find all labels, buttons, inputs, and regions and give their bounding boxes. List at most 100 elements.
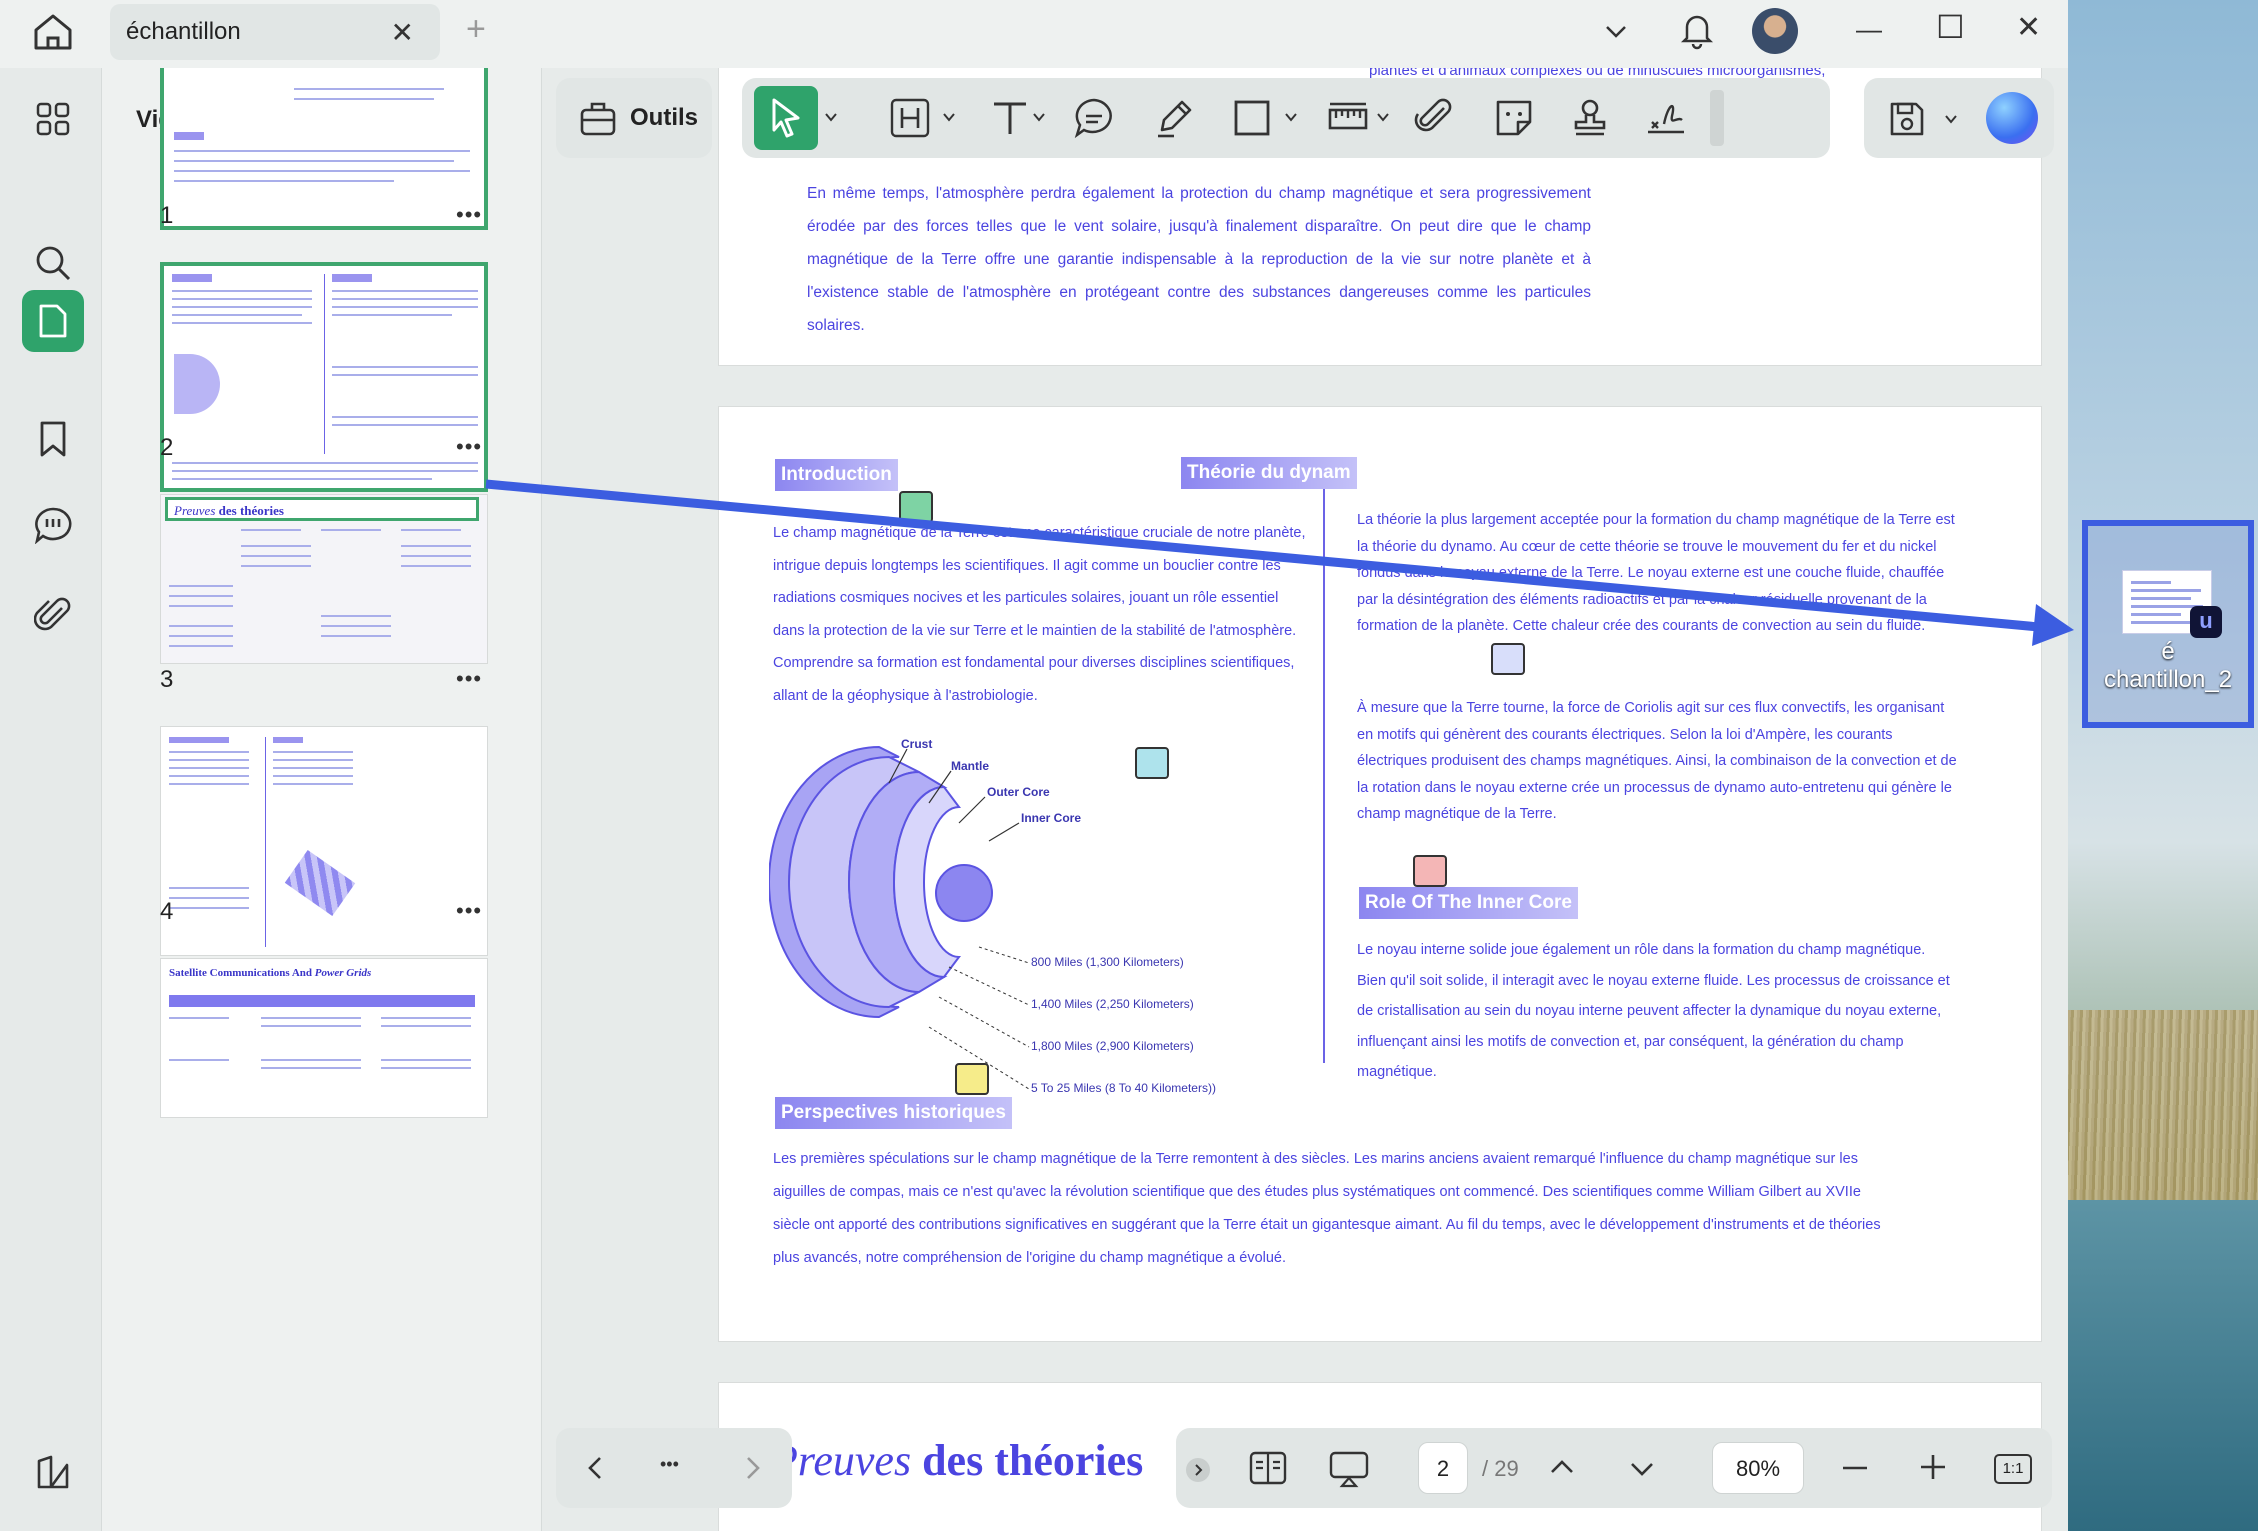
inner-core-text: Le noyau interne solide joue également u… bbox=[1357, 942, 1950, 1080]
sticker-icon[interactable] bbox=[1492, 96, 1536, 140]
ai-assistant-icon[interactable] bbox=[1986, 92, 2038, 144]
chevron-down-icon[interactable] bbox=[1628, 1458, 1656, 1482]
apps-grid-icon[interactable] bbox=[22, 88, 84, 150]
total-pages: / 29 bbox=[1482, 1456, 1519, 1481]
signature-icon[interactable] bbox=[1644, 96, 1688, 140]
zoom-in-icon[interactable] bbox=[1918, 1452, 1948, 1482]
attachment-icon[interactable] bbox=[1412, 96, 1456, 140]
distance-label: 800 Miles (1,300 Kilometers) bbox=[1031, 955, 1184, 969]
chevron-down-icon[interactable] bbox=[824, 110, 838, 124]
chevron-down-icon[interactable] bbox=[1604, 20, 1628, 42]
desktop-file-name: é chantillon_2 bbox=[2103, 638, 2233, 693]
chevron-down-icon[interactable] bbox=[942, 110, 956, 124]
comment-note-icon[interactable] bbox=[1491, 643, 1525, 675]
thumbnail-more-button[interactable]: ••• bbox=[456, 434, 482, 460]
actual-size-button[interactable]: 1:1 bbox=[1994, 1454, 2032, 1484]
tab-close-icon[interactable]: ✕ bbox=[391, 16, 414, 49]
toolbox-icon bbox=[580, 102, 616, 136]
history-heading: Perspectives historiques bbox=[775, 1097, 1012, 1129]
left-rail bbox=[0, 68, 102, 1531]
pdf-app-window: échantillon ✕ + — ☐ ✕ 1 ••• 2 ••• Preuve… bbox=[0, 0, 2068, 1531]
stamp-icon[interactable] bbox=[1568, 96, 1612, 140]
dynamo-text-1: La théorie la plus largement acceptée po… bbox=[1357, 512, 1955, 634]
presentation-icon[interactable] bbox=[1328, 1450, 1370, 1488]
annotation-toolbar bbox=[742, 78, 1830, 158]
pdf-page-2: Introduction Le champ magnétique de la T… bbox=[718, 406, 2042, 1342]
current-page-input[interactable]: 2 bbox=[1418, 1442, 1468, 1494]
thumbnail-page-5-heading: Satellite Communications And Power Grids bbox=[169, 967, 372, 979]
thumbnail-more-button[interactable]: ••• bbox=[456, 666, 482, 692]
inner-core-heading: Role Of The Inner Core bbox=[1359, 887, 1578, 919]
text-tool-icon[interactable] bbox=[988, 96, 1032, 140]
dynamo-heading: Théorie du dynam bbox=[1181, 457, 1357, 489]
rectangle-shape-icon[interactable] bbox=[1230, 96, 1274, 140]
chevron-down-icon[interactable] bbox=[1284, 110, 1298, 124]
dynamo-text-2: À mesure que la Terre tourne, la force d… bbox=[1357, 700, 1957, 822]
history-text: Les premières spéculations sur le champ … bbox=[773, 1151, 1881, 1266]
document-tab[interactable]: échantillon ✕ bbox=[110, 4, 440, 60]
cursor-arrow-icon bbox=[772, 98, 800, 138]
bell-icon[interactable] bbox=[1680, 10, 1714, 50]
wallpaper-water bbox=[2068, 1200, 2258, 1531]
thumbnail-page-1[interactable] bbox=[160, 68, 488, 230]
thumbnails-panel: ••• Vignettes 1 ••• 2 •• bbox=[102, 68, 542, 1531]
save-disk-icon[interactable] bbox=[1886, 98, 1926, 138]
chevron-right-icon[interactable] bbox=[740, 1454, 764, 1482]
chevron-down-icon[interactable] bbox=[1944, 112, 1958, 126]
minimize-button[interactable]: — bbox=[1856, 14, 1882, 45]
distance-label: 5 To 25 Miles (8 To 40 Kilometers)) bbox=[1031, 1081, 1216, 1095]
page-nav-bar: ••• bbox=[556, 1428, 792, 1508]
home-icon[interactable] bbox=[28, 10, 78, 54]
close-window-button[interactable]: ✕ bbox=[2016, 10, 2041, 45]
maximize-button[interactable]: ☐ bbox=[1936, 8, 1965, 46]
thumbnail-page-number: 4 bbox=[160, 898, 174, 925]
thumbnail-page-2[interactable] bbox=[160, 262, 488, 492]
zoom-level[interactable]: 80% bbox=[1712, 1442, 1804, 1494]
comment-note-icon[interactable] bbox=[1413, 855, 1447, 887]
chevron-down-icon[interactable] bbox=[1376, 110, 1390, 124]
thumbnail-page-3[interactable]: Preuves des théories bbox=[160, 494, 488, 664]
new-tab-button[interactable]: + bbox=[466, 10, 486, 49]
toolbar-scroll-handle[interactable] bbox=[1710, 90, 1724, 146]
page1-paragraph: En même temps, l'atmosphère perdra égale… bbox=[807, 185, 1591, 334]
select-tool-button[interactable] bbox=[754, 86, 818, 150]
view-controls-bar: 2 / 29 80% 1:1 bbox=[1176, 1428, 2052, 1508]
measure-ruler-icon[interactable] bbox=[1326, 96, 1370, 140]
search-icon[interactable] bbox=[22, 232, 84, 294]
collapse-bar-icon[interactable] bbox=[1186, 1458, 1210, 1482]
tools-button[interactable]: Outils bbox=[556, 78, 712, 158]
comment-tool-icon[interactable] bbox=[1072, 96, 1116, 140]
highlight-heading-icon[interactable] bbox=[888, 96, 932, 140]
thumbnail-page-3-heading: Preuves des théories bbox=[165, 497, 479, 521]
page-layout-icon[interactable] bbox=[1248, 1450, 1288, 1486]
desktop-file-icon[interactable]: u é chantillon_2 bbox=[2082, 520, 2254, 728]
comment-note-icon[interactable] bbox=[1135, 747, 1169, 779]
distance-label: 1,400 Miles (2,250 Kilometers) bbox=[1031, 997, 1194, 1011]
introduction-heading: Introduction bbox=[775, 459, 898, 491]
zoom-out-icon[interactable] bbox=[1840, 1458, 1870, 1478]
introduction-text: Le champ magnétique de la Terre est une … bbox=[773, 525, 1306, 704]
app-badge-icon: u bbox=[2190, 606, 2222, 638]
pencil-icon[interactable] bbox=[1152, 96, 1196, 140]
tools-label: Outils bbox=[630, 104, 699, 131]
thumbnail-page-4[interactable] bbox=[160, 726, 488, 956]
thumbnails-page-icon[interactable] bbox=[22, 290, 84, 352]
chevron-left-icon[interactable] bbox=[584, 1454, 608, 1482]
chevron-up-icon[interactable] bbox=[1548, 1454, 1576, 1478]
bookmark-icon[interactable] bbox=[22, 408, 84, 470]
chevron-down-icon[interactable] bbox=[1032, 110, 1046, 124]
thumbnail-page-number: 2 bbox=[160, 434, 174, 461]
thumbnail-more-button[interactable]: ••• bbox=[456, 898, 482, 924]
attachment-icon[interactable] bbox=[22, 584, 84, 646]
document-viewer[interactable]: plantes et d'animaux complexes ou de min… bbox=[542, 68, 2068, 1531]
thumbnail-page-number: 3 bbox=[160, 666, 174, 693]
library-icon[interactable] bbox=[22, 1442, 84, 1504]
comments-icon[interactable] bbox=[22, 494, 84, 556]
user-avatar[interactable] bbox=[1752, 8, 1798, 54]
comment-note-icon[interactable] bbox=[955, 1063, 989, 1095]
nav-more-button[interactable]: ••• bbox=[660, 1454, 679, 1475]
distance-label: 1,800 Miles (2,900 Kilometers) bbox=[1031, 1039, 1194, 1053]
thumbnail-page-number: 1 bbox=[160, 202, 174, 229]
thumbnail-more-button[interactable]: ••• bbox=[456, 202, 482, 228]
thumbnail-page-5[interactable]: Satellite Communications And Power Grids bbox=[160, 958, 488, 1118]
